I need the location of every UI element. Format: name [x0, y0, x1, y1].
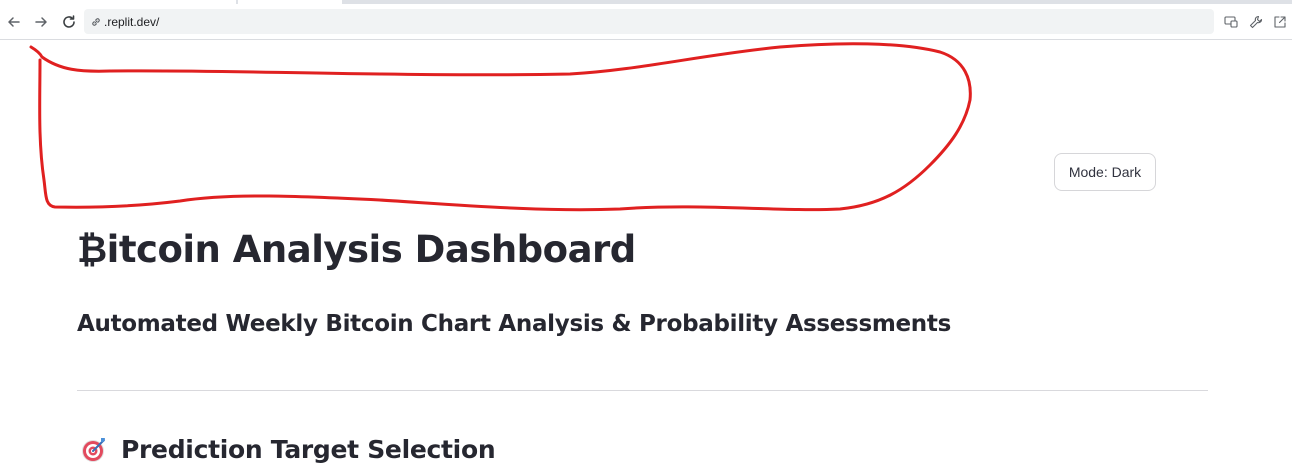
section-header: Prediction Target Selection	[79, 434, 496, 464]
url-text: .replit.dev/	[104, 14, 160, 29]
browser-toolbar: .replit.dev/	[0, 4, 1292, 40]
link-icon[interactable]	[90, 16, 102, 28]
page-title: ₿itcoin Analysis Dashboard	[77, 228, 636, 271]
cast-icon	[1224, 16, 1238, 28]
target-icon	[82, 438, 105, 462]
section-title: Prediction Target Selection	[121, 434, 496, 464]
open-new-window-button[interactable]	[1270, 12, 1290, 32]
cast-button[interactable]	[1221, 12, 1241, 32]
page-subtitle: Automated Weekly Bitcoin Chart Analysis …	[77, 311, 951, 337]
wrench-icon	[1249, 15, 1263, 29]
address-bar[interactable]: .replit.dev/	[84, 9, 1214, 34]
devtools-button[interactable]	[1246, 12, 1266, 32]
mode-toggle-button[interactable]: Mode: Dark	[1054, 153, 1156, 191]
arrow-left-icon	[8, 17, 20, 27]
external-link-icon	[1274, 16, 1286, 28]
forward-button[interactable]	[29, 10, 53, 34]
back-button[interactable]	[2, 10, 26, 34]
divider	[77, 390, 1208, 391]
reload-button[interactable]	[57, 10, 81, 34]
arrow-right-icon	[35, 17, 47, 27]
reload-icon	[63, 15, 75, 28]
